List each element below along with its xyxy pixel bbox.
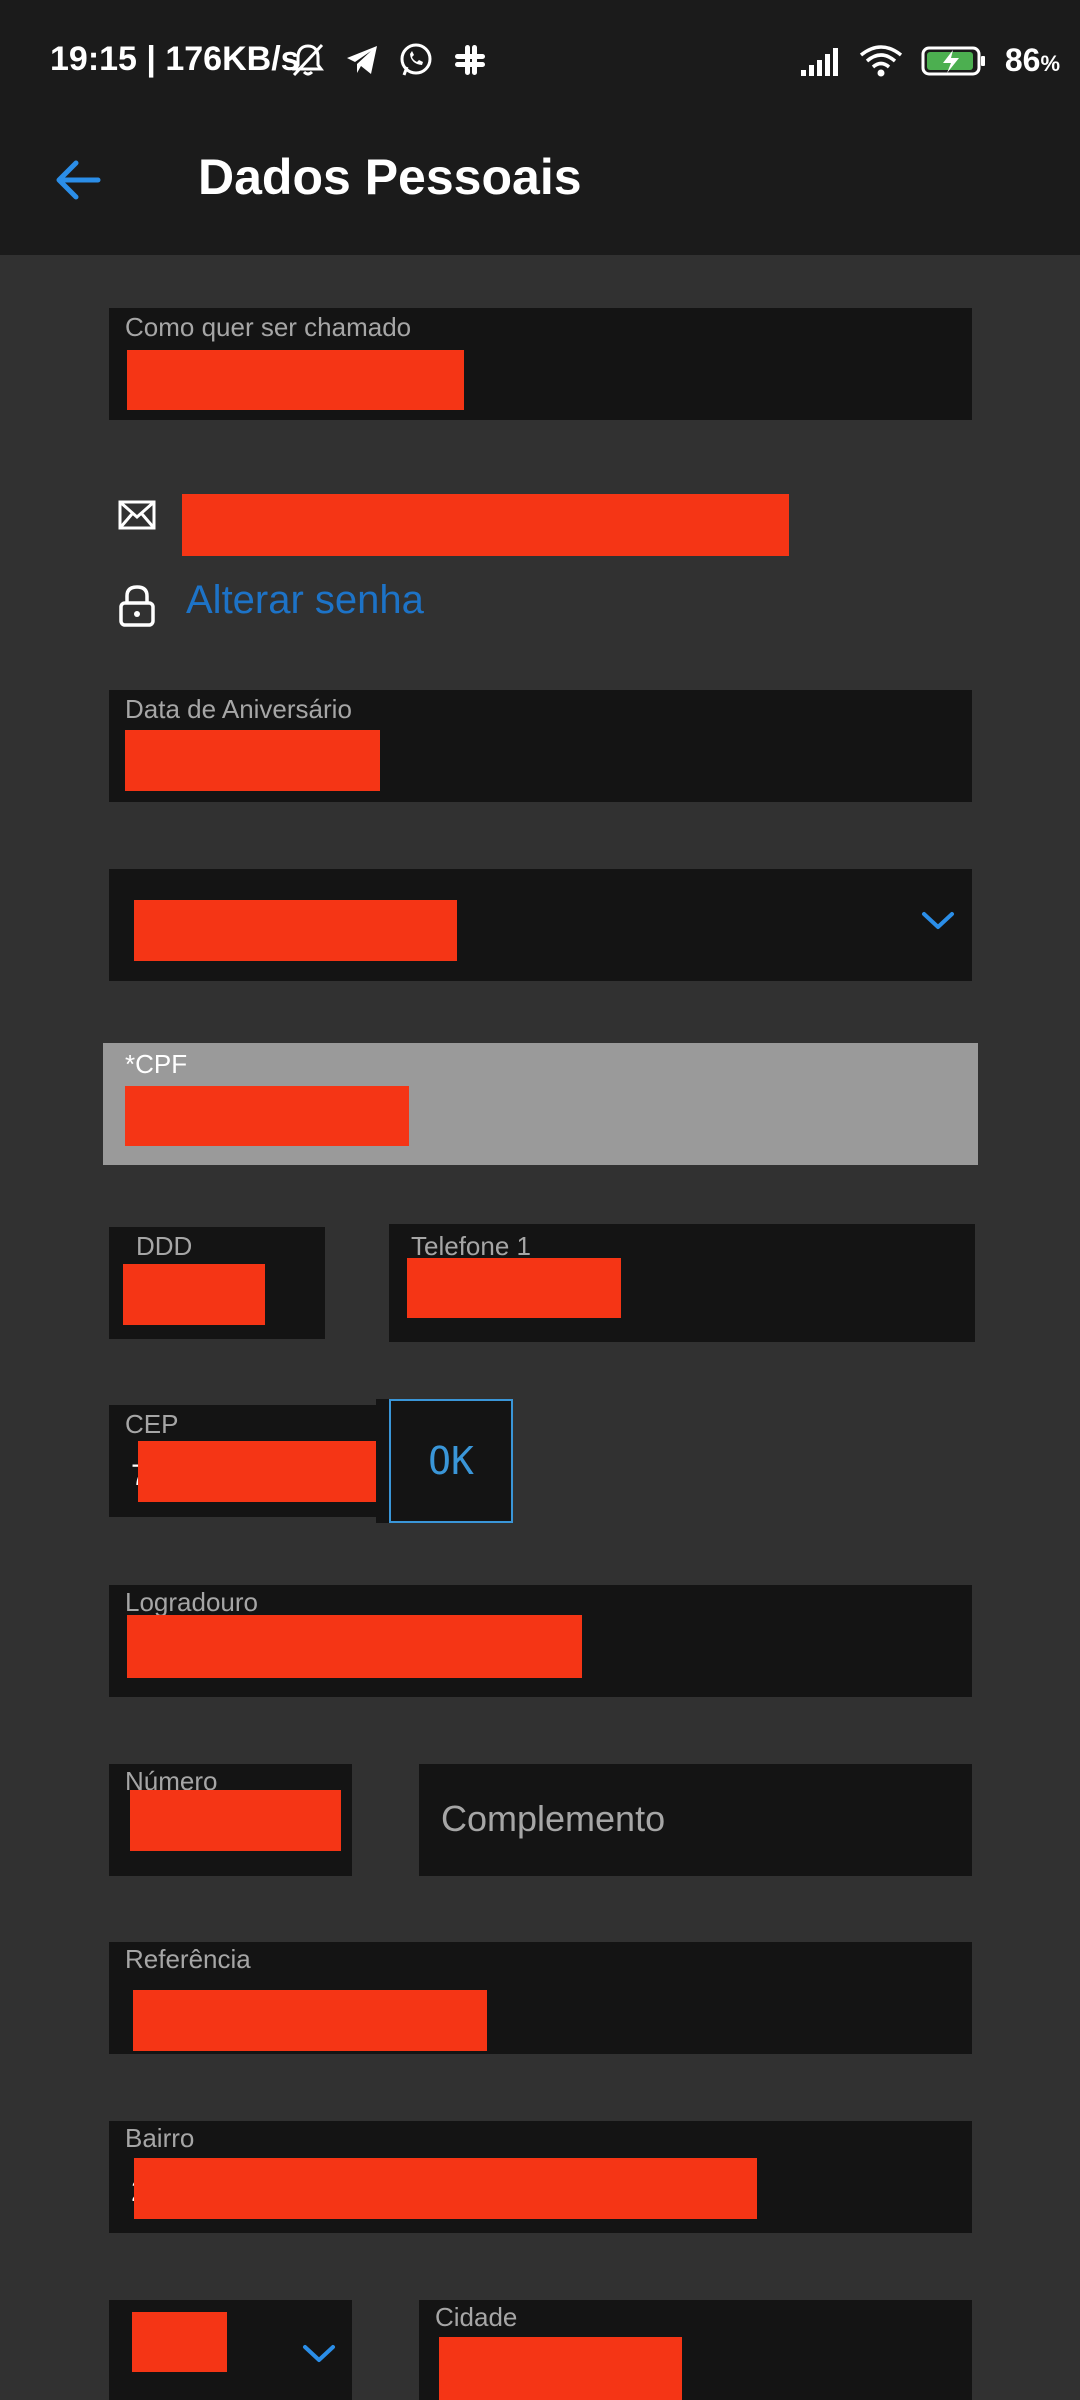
- redacted-value: [134, 900, 457, 961]
- status-notification-icons: [290, 42, 488, 78]
- complement-field[interactable]: Complemento: [419, 1764, 972, 1876]
- chevron-down-icon: [922, 912, 954, 929]
- complement-placeholder: Complemento: [441, 1798, 666, 1839]
- ddd-label: DDD: [136, 1231, 193, 1261]
- slack-icon: [455, 45, 485, 75]
- signal-icon: [800, 47, 838, 76]
- phone1-field[interactable]: Telefone 1: [389, 1224, 975, 1342]
- redacted-value: [123, 1264, 265, 1325]
- wifi-icon: [859, 44, 902, 76]
- birthday-field[interactable]: Data de Aniversário: [109, 690, 972, 802]
- back-arrow-icon: [56, 160, 101, 200]
- city-field[interactable]: Cidade: [419, 2300, 972, 2400]
- district-label: Bairro: [125, 2123, 195, 2153]
- redacted-value: [125, 730, 380, 791]
- page-title: Dados Pessoais: [198, 149, 582, 205]
- reference-field[interactable]: Referência: [109, 1942, 972, 2054]
- redacted-value: [132, 2312, 227, 2372]
- telegram-icon: [347, 46, 377, 74]
- bell-off-icon: [292, 43, 324, 77]
- birthday-label: Data de Aniversário: [125, 694, 352, 724]
- district-field[interactable]: Bairro 2: [109, 2121, 972, 2233]
- redacted-value: [127, 350, 464, 410]
- cep-ok-button[interactable]: OK: [389, 1399, 513, 1523]
- battery-percent: 86: [1004, 42, 1041, 78]
- chevron-down-icon: [303, 2345, 335, 2362]
- email-value: [182, 494, 789, 556]
- city-label: Cidade: [435, 2302, 518, 2332]
- select-field[interactable]: [109, 869, 972, 981]
- ddd-field[interactable]: DDD: [109, 1227, 325, 1339]
- street-label: Logradouro: [125, 1587, 258, 1617]
- cep-field[interactable]: CEP 7: [109, 1405, 385, 1517]
- status-time: 19:15 | 176KB/s: [50, 40, 300, 78]
- redacted-value: [130, 1790, 341, 1851]
- redacted-value: [133, 1990, 487, 2051]
- cep-label: CEP: [125, 1409, 179, 1439]
- nickname-field[interactable]: Como quer ser chamado: [109, 308, 972, 420]
- redacted-value: [439, 2337, 682, 2400]
- number-field[interactable]: Número: [109, 1764, 352, 1876]
- state-select[interactable]: [109, 2300, 352, 2400]
- redacted-value: [134, 2158, 757, 2219]
- app-bar: [0, 0, 1080, 255]
- battery-charging-icon: [921, 46, 985, 75]
- cpf-field: *CPF: [103, 1043, 978, 1165]
- street-field[interactable]: Logradouro: [109, 1585, 972, 1697]
- cpf-label: *CPF: [125, 1049, 188, 1079]
- mail-icon: [118, 500, 156, 530]
- redacted-value: [127, 1615, 582, 1678]
- redacted-value: [138, 1441, 378, 1502]
- battery-percent-unit: %: [1040, 51, 1060, 76]
- status-system-icons: 86%: [799, 42, 1060, 79]
- reference-label: Referência: [125, 1944, 251, 1974]
- nickname-label: Como quer ser chamado: [125, 312, 412, 342]
- redacted-value: [125, 1086, 409, 1146]
- back-button[interactable]: [48, 150, 108, 210]
- lock-icon: [119, 585, 155, 627]
- redacted-value: [407, 1258, 621, 1318]
- whatsapp-icon: [400, 43, 432, 76]
- change-password-link[interactable]: Alterar senha: [186, 578, 424, 623]
